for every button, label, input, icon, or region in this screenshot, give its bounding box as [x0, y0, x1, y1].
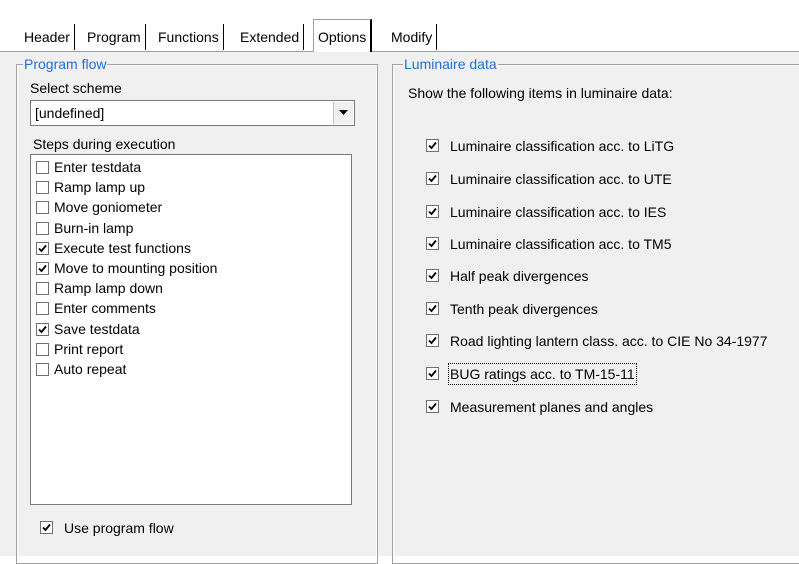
luminaire-item-checkbox[interactable]: [426, 237, 439, 250]
step-label: Burn-in lamp: [54, 219, 134, 236]
scheme-select[interactable]: [undefined]: [30, 100, 355, 126]
tab-modify-label: Modify: [391, 29, 433, 45]
checkmark-icon: [38, 264, 47, 273]
program-flow-legend: Program flow: [23, 55, 108, 73]
tab-functions-label: Functions: [158, 29, 219, 45]
luminaire-item-checkbox[interactable]: [426, 367, 439, 380]
step-label: Enter testdata: [54, 159, 142, 175]
luminaire-item-label: Measurement planes and angles: [450, 399, 654, 415]
step-label: Ramp lamp down: [54, 280, 163, 297]
luminaire-item-label: Half peak divergences: [450, 268, 589, 284]
checkmark-icon: [38, 325, 47, 333]
step-checkbox[interactable]: [36, 342, 49, 356]
step-checkbox[interactable]: [36, 302, 49, 316]
luminaire-item-checkbox[interactable]: [426, 334, 439, 347]
luminaire-data-legend: Luminaire data: [403, 55, 498, 73]
step-checkbox[interactable]: [36, 221, 49, 235]
tab-functions[interactable]: Functions: [154, 24, 224, 50]
checkmark-icon: [428, 336, 437, 345]
checkmark-icon: [428, 402, 437, 411]
luminaire-item-checkbox[interactable]: [426, 172, 439, 185]
tab-extended-label: Extended: [240, 29, 300, 45]
step-checkbox[interactable]: [36, 201, 49, 215]
luminaire-data-intro: Show the following items in luminaire da…: [408, 85, 673, 101]
luminaire-item-label: Tenth peak divergences: [450, 301, 598, 317]
use-program-flow-label: Use program flow: [64, 520, 174, 536]
checkmark-icon: [38, 244, 47, 253]
luminaire-item-checkbox[interactable]: [426, 400, 439, 413]
scheme-select-value: [undefined]: [35, 105, 105, 121]
luminaire-item-checkbox[interactable]: [426, 302, 439, 315]
tab-program[interactable]: Program: [83, 24, 146, 50]
select-scheme-label: Select scheme: [30, 80, 122, 96]
luminaire-item-label: Luminaire classification acc. to LiTG: [450, 138, 675, 154]
checkmark-icon: [428, 239, 437, 248]
step-label: Ramp lamp up: [54, 179, 146, 196]
tab-options-label: Options: [318, 29, 367, 45]
tab-header[interactable]: Header: [20, 24, 75, 50]
scheme-dropdown-button[interactable]: [333, 102, 353, 124]
checkmark-icon: [428, 304, 437, 313]
step-checkbox[interactable]: [36, 181, 49, 195]
checkmark-icon: [428, 174, 437, 183]
checkmark-icon: [428, 141, 437, 150]
step-checkbox[interactable]: [36, 241, 49, 255]
luminaire-item-checkbox[interactable]: [426, 139, 439, 152]
checkmark-icon: [428, 271, 437, 280]
step-checkbox[interactable]: [36, 262, 49, 275]
tab-extended[interactable]: Extended: [236, 24, 305, 50]
luminaire-item-checkbox[interactable]: [426, 205, 439, 218]
luminaire-item-label: BUG ratings acc. to TM-15-11: [448, 363, 637, 385]
step-label: Print report: [54, 340, 124, 357]
step-label: Auto repeat: [54, 361, 127, 377]
tab-header-label: Header: [24, 29, 70, 45]
luminaire-item-label: Luminaire classification acc. to IES: [450, 204, 667, 220]
use-program-flow-box[interactable]: [40, 521, 53, 534]
steps-list[interactable]: Enter testdata Ramp lamp up Move goniomete…: [30, 154, 352, 505]
checkmark-icon: [428, 369, 437, 378]
tab-options[interactable]: Options: [313, 19, 373, 52]
step-label: Move goniometer: [54, 199, 163, 216]
chevron-down-icon: [339, 110, 348, 115]
step-label: Enter comments: [54, 300, 156, 317]
step-checkbox[interactable]: [36, 161, 49, 174]
tab-bar: Header Program Functions Extended Option…: [0, 0, 799, 52]
luminaire-item-label: Luminaire classification acc. to TM5: [450, 236, 672, 252]
step-label: Save testdata: [54, 320, 140, 337]
steps-label: Steps during execution: [33, 136, 176, 152]
step-checkbox[interactable]: [36, 282, 49, 296]
step-checkbox[interactable]: [36, 322, 49, 336]
checkmark-icon: [428, 207, 437, 216]
luminaire-item-checkbox[interactable]: [426, 269, 439, 282]
step-label: Execute test functions: [54, 239, 191, 256]
tab-program-label: Program: [87, 29, 141, 45]
tab-modify[interactable]: Modify: [387, 24, 438, 50]
luminaire-item-label: Road lighting lantern class. acc. to CIE…: [450, 333, 768, 349]
checkmark-icon: [42, 523, 51, 532]
step-label: Move to mounting position: [54, 260, 218, 276]
step-checkbox[interactable]: [36, 363, 49, 376]
luminaire-item-label: Luminaire classification acc. to UTE: [450, 171, 672, 187]
